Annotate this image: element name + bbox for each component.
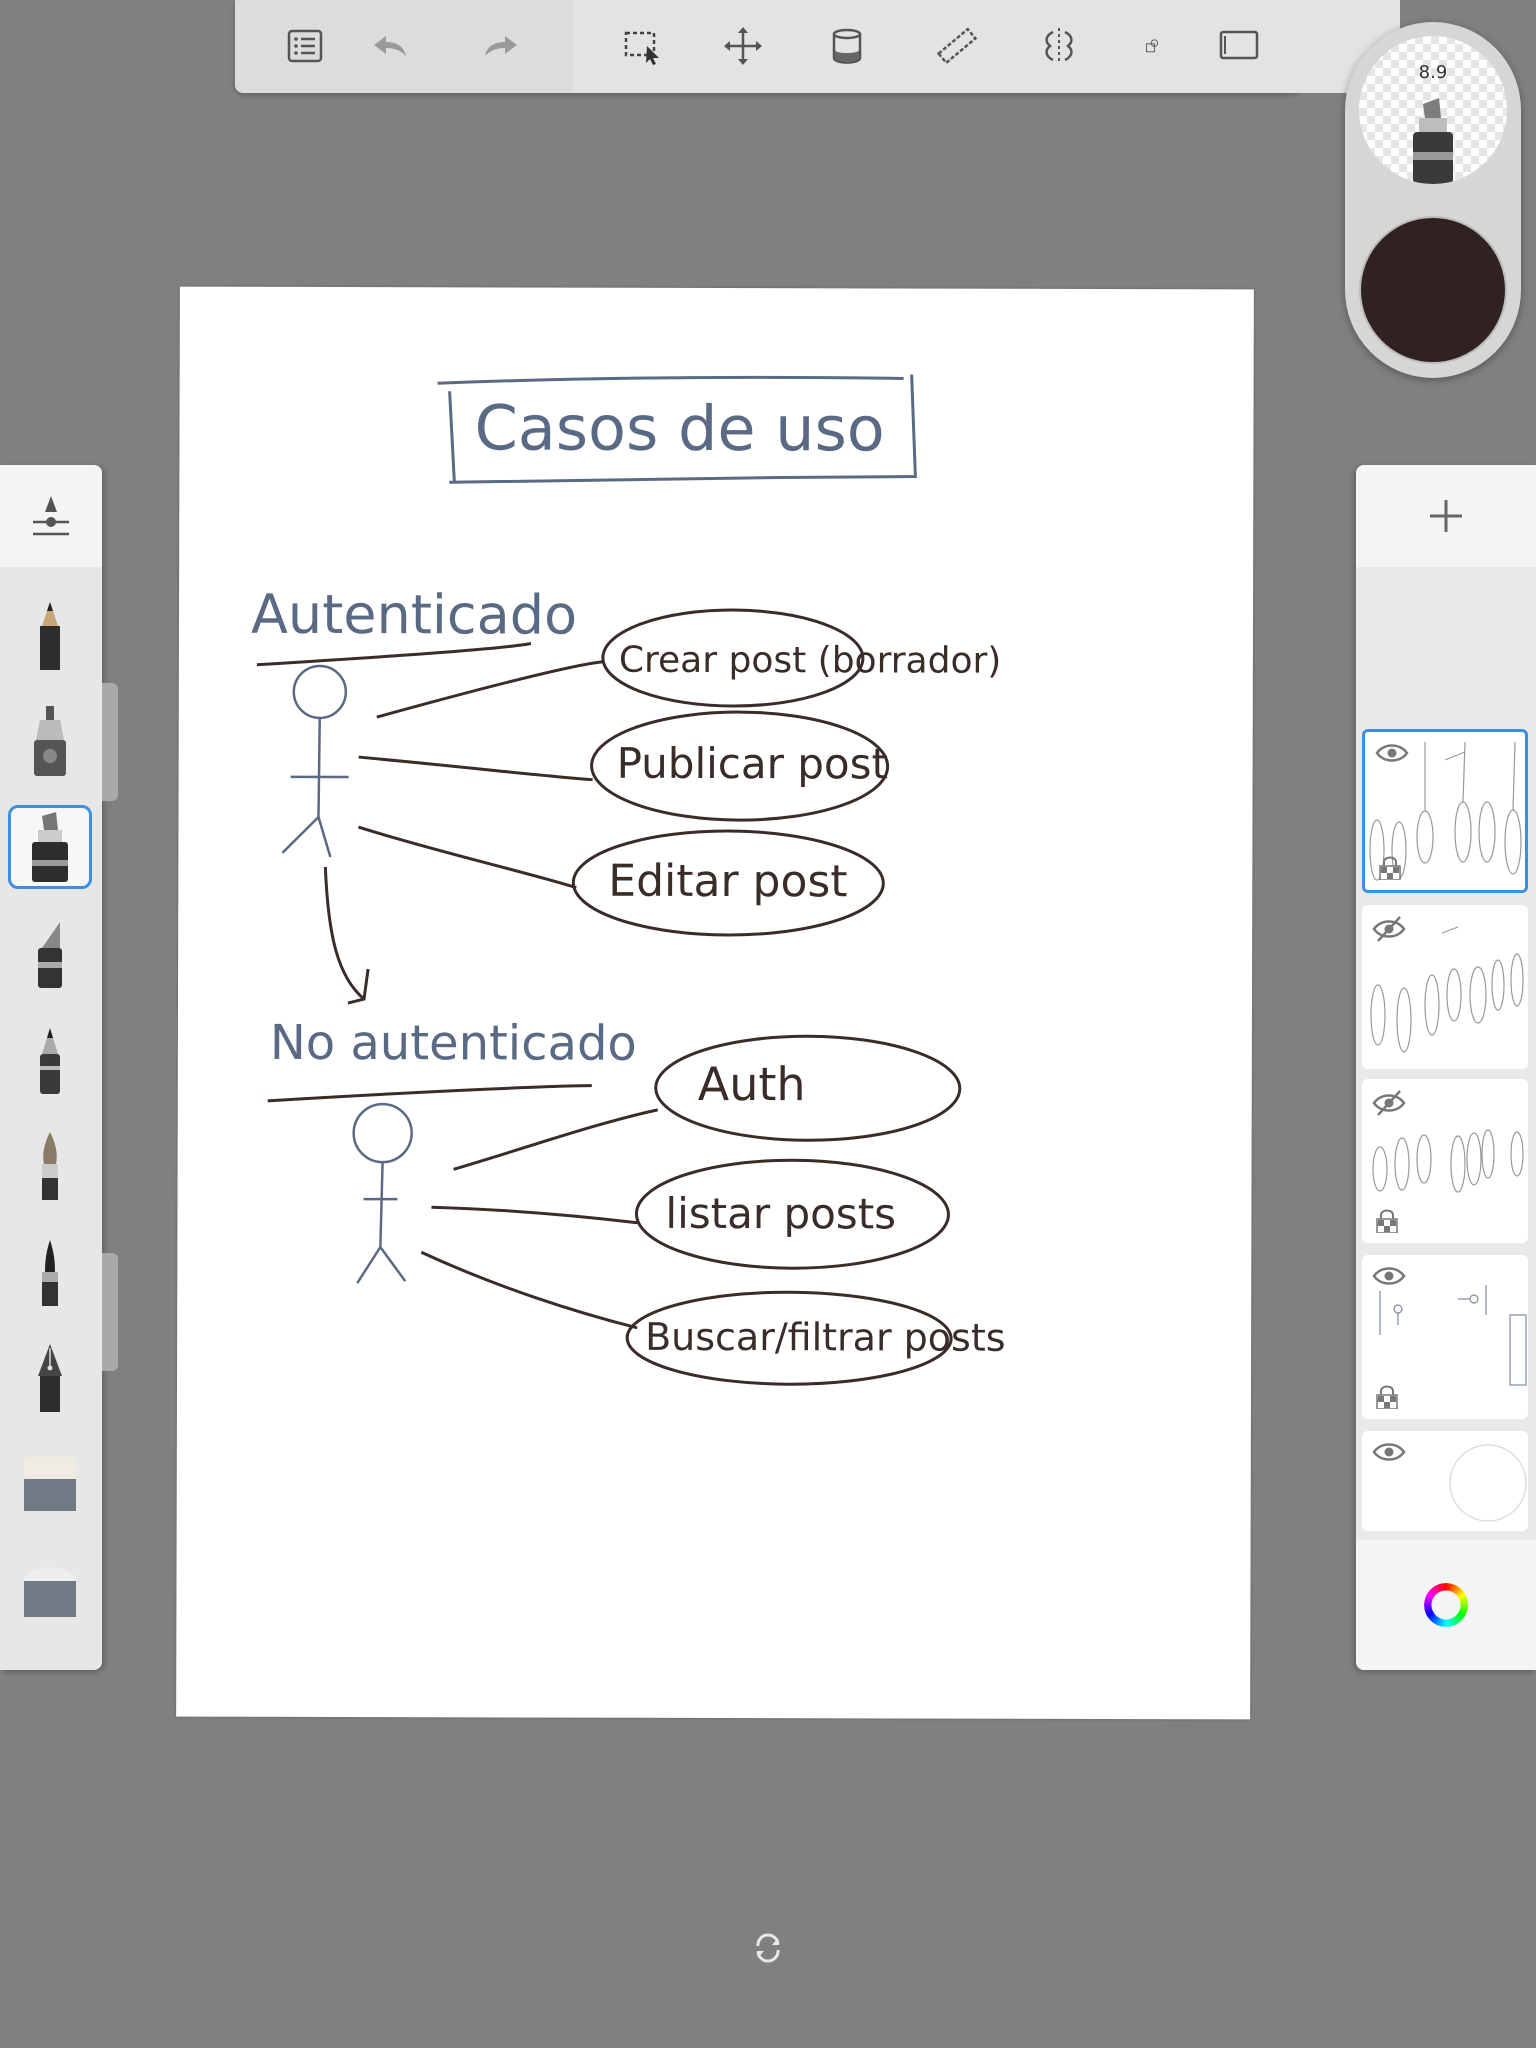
layer-thumbnail[interactable]: [1362, 1079, 1528, 1243]
brush-size-puck[interactable]: 8.9: [1359, 36, 1507, 184]
stick-figure-unauthenticated: [352, 1102, 413, 1284]
drawing-canvas[interactable]: Casos de uso Autenticado Crear post (bor…: [176, 286, 1254, 1720]
ballpoint-icon: [40, 1028, 60, 1094]
eye-icon[interactable]: [1372, 1441, 1406, 1463]
background-layer-thumbnail[interactable]: [1362, 1431, 1528, 1531]
canvas-rotate-icon[interactable]: [752, 1932, 784, 1964]
ruler-icon[interactable]: [929, 18, 985, 74]
alpha-lock-icon[interactable]: [1376, 1385, 1398, 1409]
inking-pen-brush[interactable]: [8, 699, 92, 783]
plus-icon: [1430, 500, 1462, 532]
chisel-marker-brush[interactable]: [8, 911, 92, 995]
redo-icon[interactable]: [473, 18, 529, 74]
layer-thumbnail[interactable]: [1362, 729, 1528, 893]
association-line: [376, 660, 605, 719]
eye-icon[interactable]: [1372, 1265, 1406, 1287]
paintbrush-brush[interactable]: [8, 1123, 92, 1207]
shape-icon[interactable]: [1127, 18, 1161, 74]
use-case-label: Auth: [698, 1057, 806, 1111]
chisel-marker-icon: [38, 922, 62, 988]
actor-label-unauthenticated: No autenticado: [270, 1015, 637, 1072]
layer-thumbnail[interactable]: [1362, 1255, 1528, 1419]
current-color-swatch[interactable]: [1359, 216, 1507, 364]
alpha-lock-icon[interactable]: [1379, 856, 1401, 880]
layer-thumbnail[interactable]: [1362, 905, 1528, 1069]
brush-settings-button[interactable]: [0, 465, 102, 567]
use-case-label: listar posts: [665, 1189, 896, 1239]
eye-icon[interactable]: [1375, 742, 1409, 764]
fine-brush-icon: [42, 1240, 58, 1306]
generalization-arrow: [323, 866, 370, 1005]
brush-palette: [0, 465, 102, 1670]
association-line: [358, 825, 577, 890]
eye-hidden-icon[interactable]: [1372, 1089, 1406, 1117]
fountain-pen-brush[interactable]: [8, 1335, 92, 1419]
eye-hidden-icon[interactable]: [1372, 915, 1406, 943]
association-line: [358, 755, 593, 782]
sketch-layer: Casos de uso Autenticado Crear post (bor…: [251, 374, 1006, 1386]
use-case-label: Buscar/filtrar posts: [645, 1315, 1006, 1360]
symmetry-icon[interactable]: [1031, 18, 1087, 74]
actor-label-authenticated: Autenticado: [251, 583, 577, 647]
inking-pen-icon: [34, 706, 66, 776]
transform-icon[interactable]: [715, 18, 771, 74]
brush-settings-icon: [33, 496, 69, 536]
soft-eraser-icon: [24, 1457, 76, 1511]
add-layer-button[interactable]: [1356, 465, 1536, 567]
fine-brush[interactable]: [8, 1229, 92, 1313]
association-line: [420, 1250, 638, 1330]
brush-size-value: 8.9: [1418, 62, 1448, 83]
hard-eraser-icon: [24, 1567, 76, 1617]
pencil-brush[interactable]: [8, 593, 92, 677]
top-toolbar: [235, 0, 1400, 93]
use-case-label: Crear post (borrador): [619, 640, 1002, 682]
stick-figure-authenticated: [281, 664, 349, 858]
actor-underline: [267, 1084, 592, 1103]
use-case-label: Publicar post: [617, 739, 888, 789]
selection-icon[interactable]: [615, 18, 671, 74]
brush-color-puck: 8.9: [1345, 22, 1521, 378]
marker-brush[interactable]: [8, 805, 92, 889]
association-line: [431, 1205, 638, 1225]
alpha-lock-icon[interactable]: [1376, 1209, 1398, 1233]
use-case-label: Editar post: [608, 856, 847, 908]
fullscreen-icon[interactable]: [1211, 18, 1267, 74]
color-wheel-icon: [1424, 1583, 1468, 1627]
fill-icon[interactable]: [819, 18, 875, 74]
fountain-pen-icon: [38, 1344, 62, 1412]
diagram-title: Casos de uso: [474, 391, 884, 465]
ballpoint-brush[interactable]: [8, 1017, 92, 1101]
paintbrush-icon: [42, 1132, 58, 1200]
toolbar-tools-segment: [573, 0, 1400, 93]
pencil-icon: [40, 602, 60, 670]
layers-panel: [1356, 465, 1536, 1670]
color-editor-button[interactable]: [1356, 1540, 1536, 1670]
hard-eraser-brush[interactable]: [8, 1547, 92, 1631]
brush-size-slider-handle[interactable]: [102, 683, 118, 801]
association-line: [453, 1108, 659, 1171]
soft-eraser-brush[interactable]: [8, 1441, 92, 1525]
list-icon[interactable]: [277, 18, 333, 74]
brush-opacity-slider-handle[interactable]: [102, 1253, 118, 1371]
marker-icon: [32, 812, 68, 882]
undo-icon[interactable]: [362, 18, 418, 74]
marker-brush-icon: [1413, 98, 1453, 184]
